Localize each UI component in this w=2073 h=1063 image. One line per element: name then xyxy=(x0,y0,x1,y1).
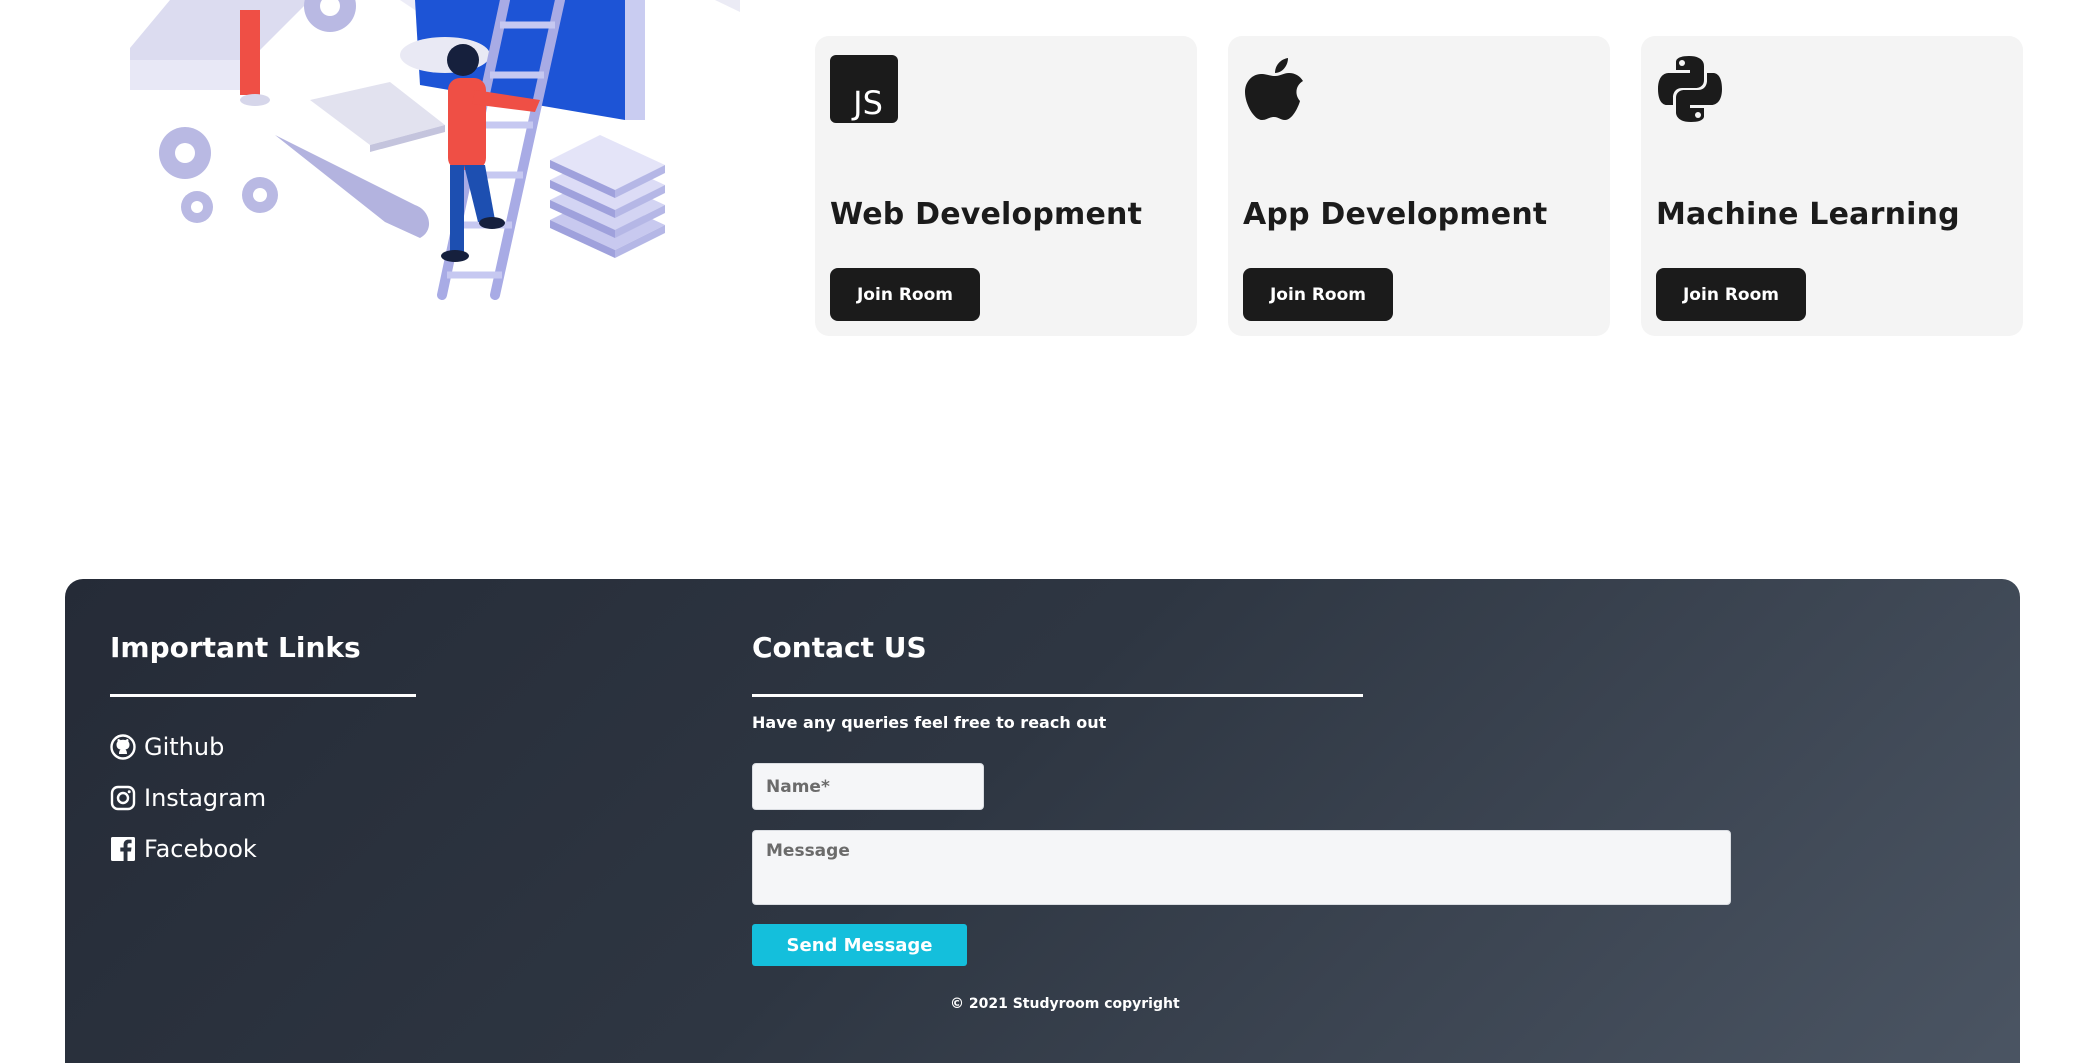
card-title: Web Development xyxy=(830,197,1143,232)
join-room-button[interactable]: Join Room xyxy=(830,268,980,321)
contact-heading: Contact US xyxy=(752,631,927,664)
card-web-development: JS Web Development Join Room xyxy=(815,36,1197,336)
svg-text:JS: JS xyxy=(851,84,883,122)
github-link[interactable]: Github xyxy=(110,721,416,772)
python-icon xyxy=(1655,54,1725,124)
javascript-icon: JS xyxy=(829,54,899,124)
footer: Important Links Github Instagram Faceboo… xyxy=(65,579,2020,1063)
divider xyxy=(110,694,416,697)
facebook-label: Facebook xyxy=(144,834,257,863)
copyright-text: © 2021 Studyroom copyright xyxy=(950,996,1180,1012)
card-title: App Development xyxy=(1243,197,1548,232)
card-machine-learning: Machine Learning Join Room xyxy=(1641,36,2023,336)
github-icon xyxy=(110,733,136,760)
important-links-heading: Important Links xyxy=(110,631,361,664)
github-label: Github xyxy=(144,732,225,761)
contact-section: Contact US Have any queries feel free to… xyxy=(752,631,1732,966)
instagram-icon xyxy=(110,785,136,810)
card-title: Machine Learning xyxy=(1656,197,1960,232)
apple-icon xyxy=(1242,54,1312,124)
join-room-button[interactable]: Join Room xyxy=(1656,268,1806,321)
join-room-button[interactable]: Join Room xyxy=(1243,268,1393,321)
instagram-link[interactable]: Instagram xyxy=(110,772,416,823)
facebook-icon xyxy=(111,836,135,861)
developer-ladder-illustration xyxy=(110,0,750,310)
important-links-section: Important Links Github Instagram Faceboo… xyxy=(110,631,416,874)
send-message-button[interactable]: Send Message xyxy=(752,924,967,966)
message-input[interactable] xyxy=(752,830,1731,905)
course-cards: JS Web Development Join Room App Develop… xyxy=(815,36,2023,336)
instagram-label: Instagram xyxy=(144,783,267,812)
links-list: Github Instagram Facebook xyxy=(110,721,416,874)
contact-subtitle: Have any queries feel free to reach out xyxy=(752,713,1107,732)
name-input[interactable] xyxy=(752,763,984,810)
card-app-development: App Development Join Room xyxy=(1228,36,1610,336)
divider xyxy=(752,694,1363,697)
facebook-link[interactable]: Facebook xyxy=(110,823,416,874)
